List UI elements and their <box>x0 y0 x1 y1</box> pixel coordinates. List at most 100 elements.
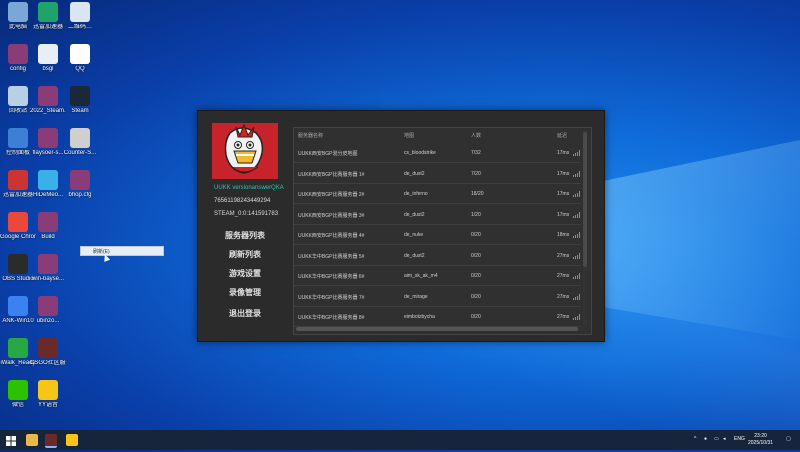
steam-id: STEAM_0:0:141591783 <box>214 211 279 217</box>
desktop-icon[interactable]: QQ <box>62 44 98 73</box>
language-indicator[interactable]: ENG <box>734 436 745 442</box>
cell-ping: 17ms <box>557 191 570 197</box>
menu-refresh-list-button[interactable]: 刷新列表 <box>212 248 278 262</box>
server-browser-window: UUKK versionanswerQKA 76561198243449294 … <box>197 110 605 342</box>
cell-players: 7/32 <box>471 150 481 156</box>
desktop-icon-label: bhop.cfg <box>68 192 92 198</box>
signal-strength-icon <box>573 273 580 279</box>
table-row[interactable]: UUKK华中BGP比赛服务器 7# de_mirage 0/20 27ms <box>294 286 581 307</box>
desktop-icon[interactable]: 2022_Steam... <box>30 86 66 115</box>
desktop-icon-label: CSGO社区服 V2.0 <box>30 360 66 366</box>
cell-ping: 17ms <box>557 211 570 218</box>
cell-server-name: UUKK华中BGP比赛服务器 6# <box>298 274 365 280</box>
signal-strength-icon <box>573 293 580 300</box>
desktop-icon[interactable]: bhop.cfg <box>62 170 98 199</box>
desktop-icon-label: Counter-S... <box>63 150 97 156</box>
cell-ping: 27ms <box>557 293 570 300</box>
desktop-icon[interactable]: ubinzo... <box>30 296 66 325</box>
cell-server-name: UUKK西安BGP比赛服务器 1# <box>298 171 365 178</box>
cell-players: 7/20 <box>471 170 481 177</box>
yy-taskbar-icon[interactable] <box>66 434 78 446</box>
desktop-icon-label: bsgl <box>42 66 54 72</box>
desktop-icon[interactable]: CSGO社区服 V2.0 <box>30 338 66 367</box>
csgo-app-taskbar-icon[interactable] <box>45 434 57 448</box>
signal-strength-icon <box>573 191 580 197</box>
app-icon <box>38 296 58 316</box>
desktop-icon-label: win-bayse... <box>31 276 64 282</box>
network-icon[interactable]: ▭ <box>714 436 719 442</box>
desktop-icon[interactable]: win-bayse... <box>30 254 66 283</box>
app-icon <box>38 170 58 190</box>
app-icon <box>38 44 58 64</box>
app-icon <box>70 44 90 64</box>
desktop-icon-label: HiDeMeo... <box>32 192 63 198</box>
desktop-icon[interactable]: 二维码… <box>62 2 98 31</box>
desktop-icon[interactable]: YY语音 <box>30 380 66 409</box>
desktop-icon[interactable]: Steam <box>62 86 98 115</box>
app-icon <box>38 2 58 22</box>
cell-players: 0/20 <box>471 314 481 320</box>
cell-map: cs_bloodstrike <box>404 150 436 156</box>
desktop-icon[interactable]: HiDeMeo... <box>30 170 66 199</box>
clock[interactable]: 23:20 2025/10/31 <box>748 433 773 447</box>
vertical-scrollbar[interactable] <box>583 130 587 326</box>
app-icon <box>8 128 28 148</box>
desktop-icon[interactable]: Counter-S... <box>62 128 98 157</box>
desktop-icon-label: QQ <box>75 66 85 72</box>
clock-date: 2025/10/31 <box>748 440 774 446</box>
cell-players: 0/20 <box>471 293 481 300</box>
app-icon <box>8 2 28 22</box>
menu-recordings-button[interactable]: 录像管理 <box>212 286 278 300</box>
table-row[interactable]: UUKK西安BGP比赛服务器 1# de_dust2 7/20 17ms <box>294 163 581 184</box>
table-row[interactable]: UUKK西安BGP比赛服务器 3# de_dust2 1/20 17ms <box>294 204 581 225</box>
table-row[interactable]: UUKK西安BGP混分皮地图 cs_bloodstrike 7/32 17ms <box>294 142 581 163</box>
cell-server-name: UUKK华中BGP比赛服务器 8# <box>298 315 365 321</box>
signal-strength-icon <box>573 211 580 218</box>
menu-game-settings-button[interactable]: 游戏设置 <box>212 267 278 281</box>
app-icon <box>38 128 58 148</box>
file-explorer-icon[interactable] <box>26 434 38 446</box>
desktop-icon[interactable]: flaysoer-s... <box>30 128 66 157</box>
cell-server-name: UUKK西安BGP比赛服务器 4# <box>298 233 365 239</box>
signal-strength-icon <box>573 232 580 238</box>
cell-server-name: UUKK华中BGP比赛服务器 5# <box>298 253 365 260</box>
desktop-icon-label: YY语音 <box>37 402 58 408</box>
signal-strength-icon <box>573 252 580 259</box>
desktop-icon[interactable]: bsgl <box>30 44 66 73</box>
header-players[interactable]: 人数 <box>471 132 481 139</box>
cell-players: 0/20 <box>471 232 481 238</box>
cell-players: 1/20 <box>471 211 481 218</box>
context-tooltip[interactable]: 刷新(E) <box>80 246 164 256</box>
table-header: 服务器名称 地图 人数 延迟 <box>294 128 581 140</box>
desktop-icon[interactable]: 迅雷加速器 <box>30 2 66 31</box>
microphone-icon[interactable]: ● <box>704 436 707 442</box>
desktop-icon[interactable]: Build <box>30 212 66 241</box>
menu-server-list-button[interactable]: 服务器列表 <box>212 229 278 243</box>
app-icon <box>38 86 58 106</box>
header-map[interactable]: 地图 <box>404 132 414 139</box>
table-row[interactable]: UUKK华中BGP比赛服务器 6# aim_sk_ak_m4 0/20 27ms <box>294 265 581 286</box>
table-row[interactable]: UUKK西安BGP比赛服务器 4# de_nuke 0/20 18ms <box>294 224 581 245</box>
table-row[interactable]: UUKK华中BGP比赛服务器 8# eimbotzbycha 0/20 27ms <box>294 306 581 327</box>
table-row[interactable]: UUKK华中BGP比赛服务器 5# de_dust2 0/20 27ms <box>294 245 581 266</box>
volume-icon[interactable]: ◂ <box>723 436 726 442</box>
table-row[interactable]: UUKK西安BGP比赛服务器 2# de_inferno 18/20 17ms <box>294 183 581 204</box>
header-ping[interactable]: 延迟 <box>557 132 567 139</box>
notification-icon[interactable]: ▢ <box>786 436 791 442</box>
cell-ping: 27ms <box>557 273 570 279</box>
app-icon <box>70 170 90 190</box>
app-icon <box>38 338 58 358</box>
horizontal-scrollbar[interactable] <box>296 327 580 331</box>
app-icon <box>38 254 58 274</box>
chevron-up-icon[interactable]: ^ <box>694 436 696 442</box>
header-name[interactable]: 服务器名称 <box>298 132 323 139</box>
menu-logout-button[interactable]: 退出登录 <box>212 307 278 321</box>
username: UUKK versionanswerQKA <box>214 185 284 191</box>
cell-ping: 18ms <box>557 232 570 238</box>
app-icon <box>8 86 28 106</box>
desktop-icon-label: Steam <box>71 108 89 114</box>
app-icon <box>8 170 28 190</box>
cell-map: de_mirage <box>404 293 428 300</box>
cell-ping: 17ms <box>557 150 570 156</box>
start-button[interactable] <box>5 434 17 446</box>
